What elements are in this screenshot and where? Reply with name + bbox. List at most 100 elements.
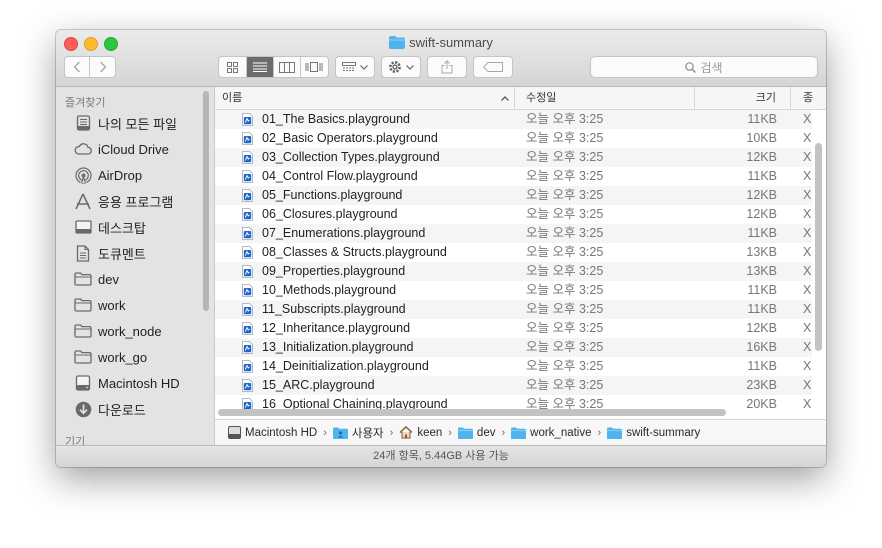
table-row[interactable]: 04_Control Flow.playground 오늘 오후 3:25 11KB…	[215, 167, 812, 186]
sidebar-item-documents[interactable]: 도큐멘트	[74, 242, 146, 264]
sidebar-item-work-go[interactable]: work_go	[74, 346, 147, 368]
file-name: 03_Collection Types.playground	[262, 150, 440, 164]
file-kind: X	[803, 112, 812, 126]
sidebar-item-label: 도큐멘트	[98, 246, 146, 262]
sidebar-devices-header: 기기	[65, 436, 86, 445]
path-separator: ›	[501, 426, 506, 439]
file-kind: X	[803, 188, 812, 202]
file-name: 06_Closures.playground	[262, 207, 398, 221]
path-item-users[interactable]: 사용자	[332, 425, 384, 441]
file-size: 23KB	[746, 378, 777, 392]
path-item-swift-summary[interactable]: swift-summary	[607, 427, 700, 439]
playground-file-icon	[242, 303, 253, 316]
path-item-dev[interactable]: dev	[457, 427, 495, 439]
sidebar-item-all-files[interactable]: 나의 모든 파일	[74, 112, 177, 134]
table-row[interactable]: 03_Collection Types.playground 오늘 오후 3:25…	[215, 148, 812, 167]
file-size: 12KB	[746, 150, 777, 164]
table-row[interactable]: 14_Deinitialization.playground 오늘 오후 3:25…	[215, 357, 812, 376]
table-row[interactable]: 07_Enumerations.playground 오늘 오후 3:25 11KB…	[215, 224, 812, 243]
share-icon	[441, 60, 453, 74]
file-modified-date: 오늘 오후 3:25	[526, 359, 604, 373]
forward-button[interactable]	[90, 57, 115, 77]
arrange-button[interactable]	[335, 56, 375, 78]
sidebar-item-label: Macintosh HD	[98, 375, 180, 391]
sidebar-item-downloads[interactable]: 다운로드	[74, 398, 146, 420]
sidebar-item-work-node[interactable]: work_node	[74, 320, 162, 342]
file-modified-date: 오늘 오후 3:25	[526, 169, 604, 183]
folder-icon	[511, 427, 527, 439]
column-view-button[interactable]	[274, 57, 301, 77]
file-modified-date: 오늘 오후 3:25	[526, 302, 604, 316]
playground-file-icon	[242, 341, 253, 354]
chevron-right-icon	[99, 61, 106, 73]
view-mode-segment	[218, 56, 329, 78]
table-row[interactable]: 11_Subscripts.playground 오늘 오후 3:25 11KB X	[215, 300, 812, 319]
share-button[interactable]	[427, 56, 467, 78]
file-list: 이름 수정일 크기 종 01_The Basics.playground 오늘 오…	[215, 87, 826, 445]
icon-view-button[interactable]	[219, 57, 247, 77]
sidebar-item-label: dev	[98, 271, 119, 287]
playground-file-icon	[242, 132, 253, 145]
file-modified-date: 오늘 오후 3:25	[526, 112, 604, 126]
table-row[interactable]: 09_Properties.playground 오늘 오후 3:25 13KB X	[215, 262, 812, 281]
playground-file-icon	[242, 322, 253, 335]
table-row[interactable]: 10_Methods.playground 오늘 오후 3:25 11KB X	[215, 281, 812, 300]
column-size-header[interactable]: 크기	[694, 87, 790, 109]
applications-icon	[74, 192, 92, 210]
list-icon	[252, 62, 267, 72]
sidebar-item-applications[interactable]: 응용 프로그램	[74, 190, 173, 212]
sidebar-item-work[interactable]: work	[74, 294, 125, 316]
file-name: 04_Control Flow.playground	[262, 169, 418, 183]
sidebar-item-desktop[interactable]: 데스크탑	[74, 216, 146, 238]
file-kind: X	[803, 283, 812, 297]
sidebar-item-icloud[interactable]: iCloud Drive	[74, 138, 169, 160]
file-kind: X	[803, 397, 812, 411]
path-separator: ›	[597, 426, 602, 439]
tags-button[interactable]	[473, 56, 513, 78]
sidebar-item-airdrop[interactable]: AirDrop	[74, 164, 142, 186]
path-item-home[interactable]: keen	[399, 426, 442, 439]
path-separator: ›	[389, 426, 394, 439]
search-field[interactable]: 검색	[590, 56, 818, 78]
airdrop-icon	[74, 166, 92, 184]
file-kind: X	[803, 340, 812, 354]
arrange-icon	[342, 62, 356, 71]
sidebar-favorites-header: 즐겨찾기	[65, 97, 106, 109]
table-row[interactable]: 05_Functions.playground 오늘 오후 3:25 12KB X	[215, 186, 812, 205]
file-modified-date: 오늘 오후 3:25	[526, 378, 604, 392]
horizontal-scrollbar[interactable]	[218, 409, 726, 416]
path-item-work-native[interactable]: work_native	[511, 427, 592, 439]
table-row[interactable]: 13_Initialization.playground 오늘 오후 3:25 16…	[215, 338, 812, 357]
file-size: 10KB	[746, 131, 777, 145]
column-date-header[interactable]: 수정일	[514, 87, 694, 109]
sidebar-item-macintosh-hd[interactable]: Macintosh HD	[74, 372, 180, 394]
file-modified-date: 오늘 오후 3:25	[526, 321, 604, 335]
back-button[interactable]	[65, 57, 91, 77]
gallery-view-button[interactable]	[301, 57, 328, 77]
list-view-button[interactable]	[246, 57, 274, 77]
table-row[interactable]: 08_Classes & Structs.playground 오늘 오후 3:2…	[215, 243, 812, 262]
table-row[interactable]: 01_The Basics.playground 오늘 오후 3:25 11KB X	[215, 110, 812, 129]
column-name-header[interactable]: 이름	[220, 87, 516, 109]
file-name: 11_Subscripts.playground	[262, 302, 406, 316]
action-button[interactable]	[381, 56, 421, 78]
vertical-scrollbar[interactable]	[815, 143, 822, 351]
folder-icon	[74, 296, 92, 314]
path-bar: Macintosh HD › 사용자 › keen › dev › work_n…	[215, 419, 826, 445]
hard-drive-icon	[228, 426, 241, 439]
table-row[interactable]: 15_ARC.playground 오늘 오후 3:25 23KB X	[215, 376, 812, 395]
file-modified-date: 오늘 오후 3:25	[526, 264, 604, 278]
path-item-macintosh-hd[interactable]: Macintosh HD	[228, 426, 317, 439]
file-name: 15_ARC.playground	[262, 378, 375, 392]
table-row[interactable]: 06_Closures.playground 오늘 오후 3:25 12KB X	[215, 205, 812, 224]
file-name: 01_The Basics.playground	[262, 112, 411, 126]
sidebar-scrollbar[interactable]	[203, 91, 209, 311]
column-kind-header[interactable]: 종	[790, 87, 826, 109]
table-row[interactable]: 12_Inheritance.playground 오늘 오후 3:25 12KB X	[215, 319, 812, 338]
sidebar-item-dev[interactable]: dev	[74, 268, 119, 290]
chevron-down-icon	[406, 64, 414, 70]
title-bar: swift-summary 검색	[56, 30, 826, 87]
playground-file-icon	[242, 246, 253, 259]
table-row[interactable]: 02_Basic Operators.playground 오늘 오후 3:25 1…	[215, 129, 812, 148]
sidebar: 즐겨찾기 나의 모든 파일 iCloud Drive AirDrop 응용 프로…	[56, 87, 215, 445]
